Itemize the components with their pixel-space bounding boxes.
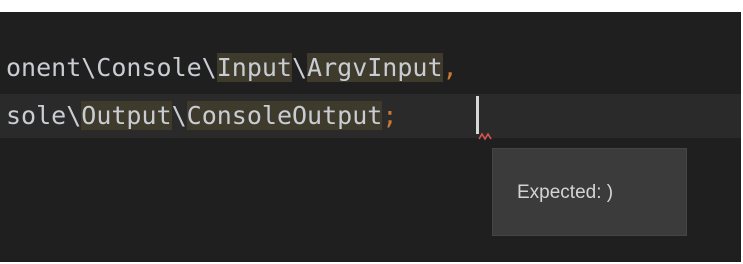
error-squiggle-icon <box>478 132 492 141</box>
namespace-segment: onent\Console\ <box>6 53 217 82</box>
usage-highlight: ArgvInput <box>307 53 443 82</box>
code-editor[interactable]: onent\Console\Input\ArgvInput, sole\Outp… <box>0 12 741 262</box>
code-line-text: onent\Console\Input\ArgvInput, <box>6 46 458 90</box>
namespace-separator: \ <box>291 53 308 82</box>
namespace-separator: \ <box>171 101 187 130</box>
namespace-segment: sole\ <box>6 101 82 130</box>
usage-highlight: ConsoleOutput <box>186 101 383 130</box>
usage-highlight: Input <box>216 53 292 82</box>
usage-highlight: Output <box>81 101 172 130</box>
code-line-text: sole\Output\ConsoleOutput; <box>6 94 397 138</box>
code-line[interactable]: onent\Console\Input\ArgvInput, <box>0 46 741 90</box>
text-caret <box>476 96 479 134</box>
current-code-line[interactable]: sole\Output\ConsoleOutput; <box>0 94 741 138</box>
semicolon-token: ; <box>382 101 398 130</box>
error-tooltip: Expected: ) <box>492 148 687 236</box>
comma-token: , <box>442 53 458 82</box>
tooltip-message: Expected: ) <box>517 182 614 203</box>
